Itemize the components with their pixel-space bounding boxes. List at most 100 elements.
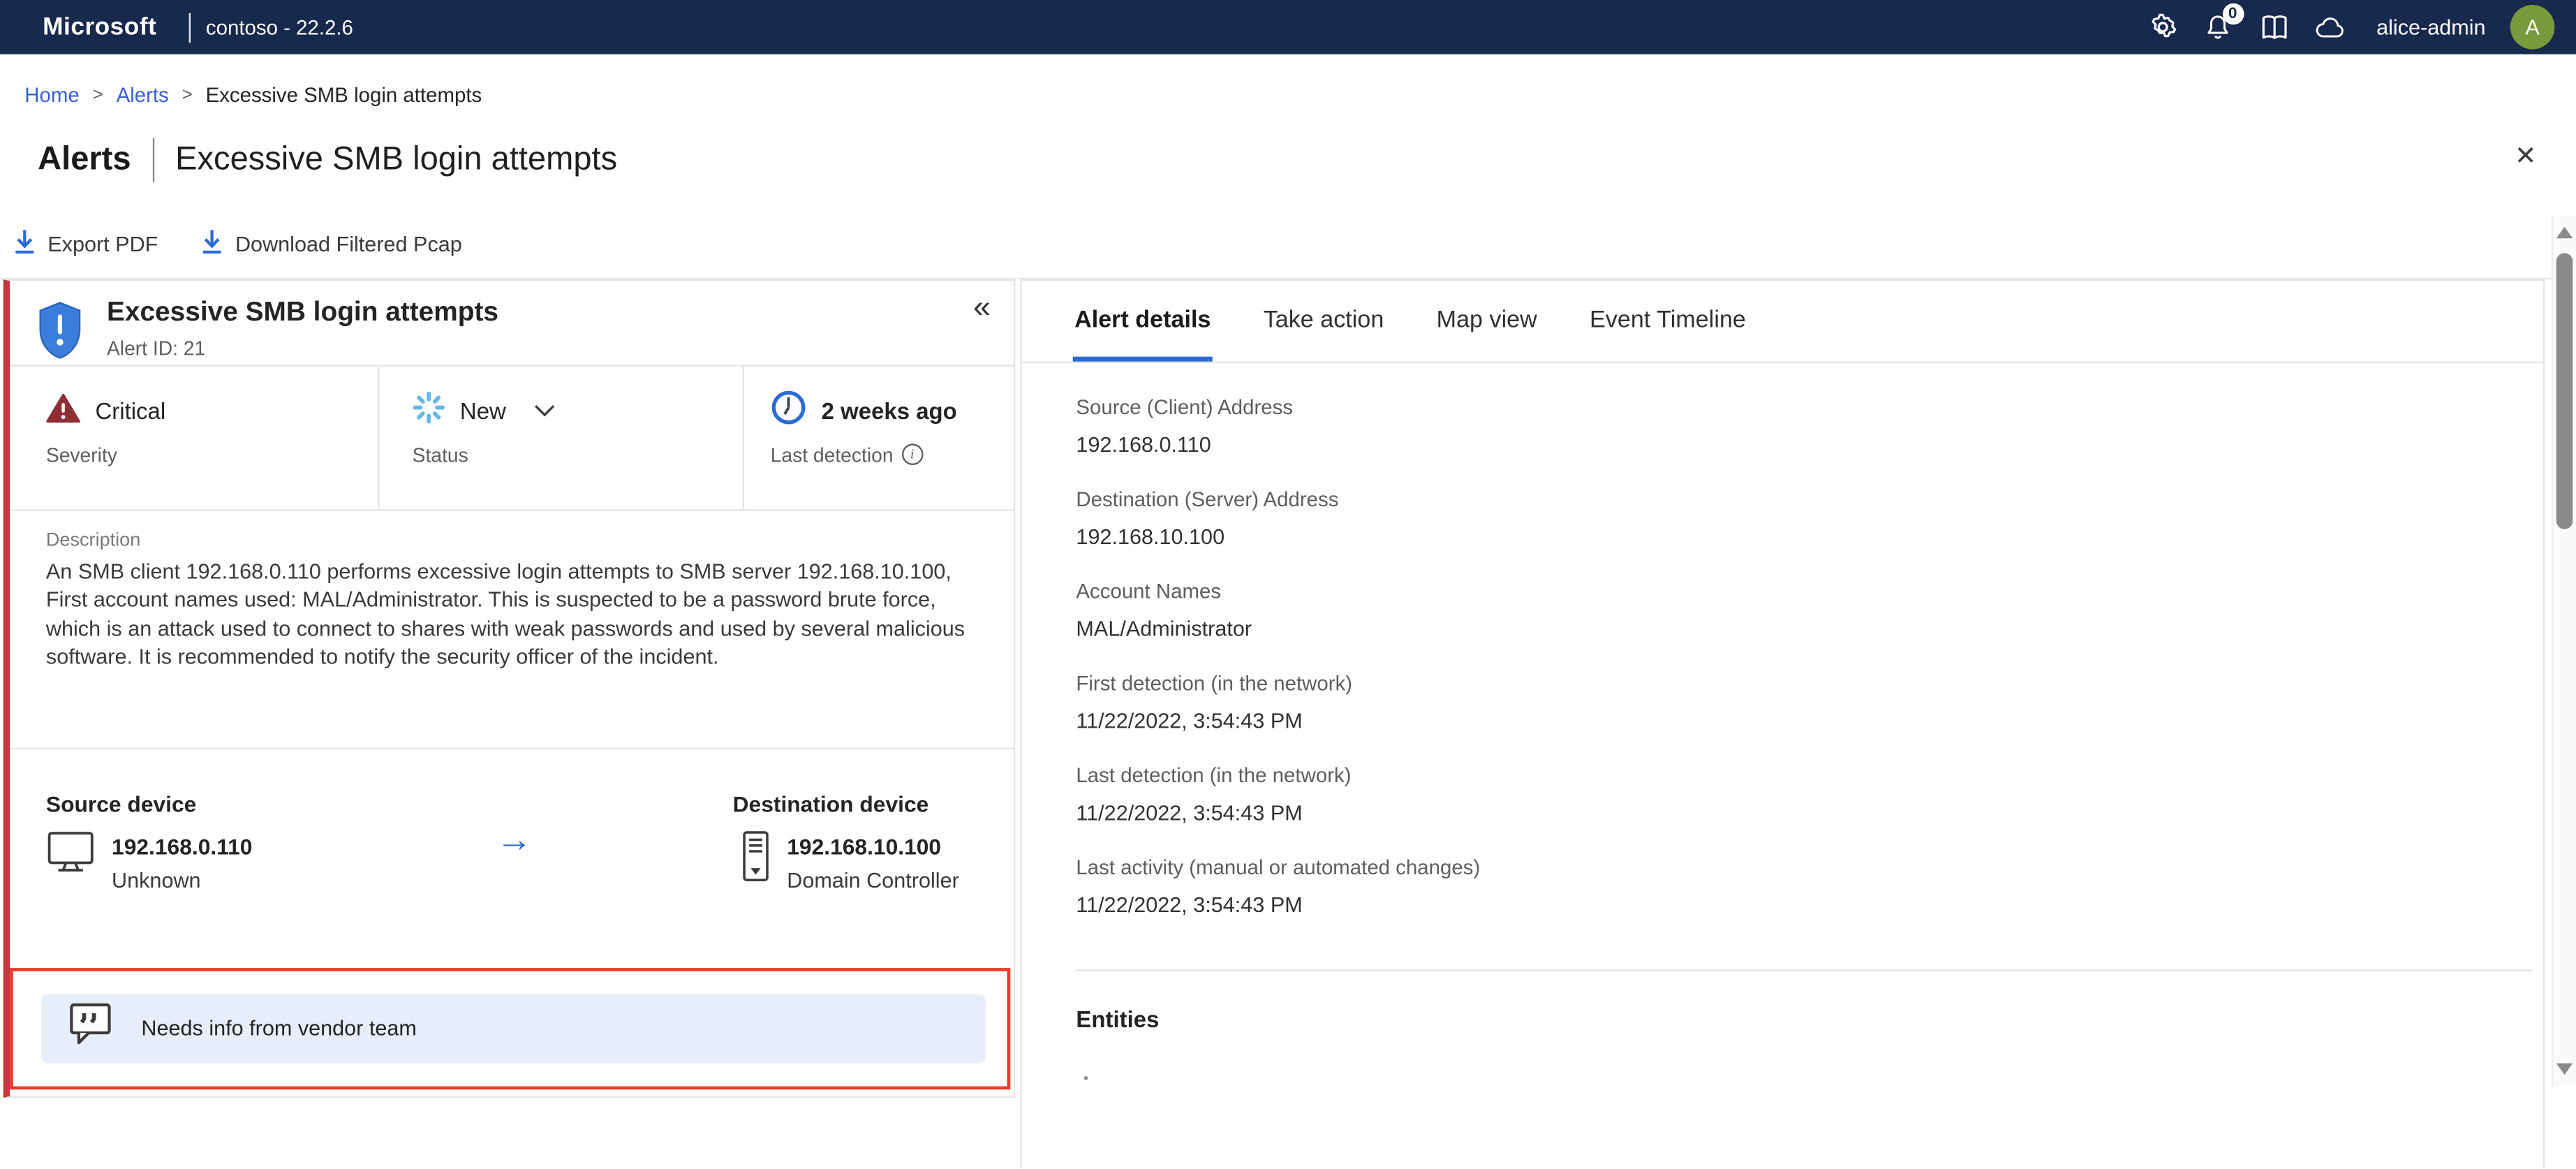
breadcrumb-separator: > [92,85,103,105]
description-text: An SMB client 192.168.0.110 performs exc… [45,557,965,669]
last-detection-label: Last detection [770,443,894,466]
documentation-book-icon[interactable] [2258,11,2290,43]
field-first-detection: First detection (in the network) 11/22/2… [1076,671,2543,733]
entities-divider [1076,969,2532,971]
scroll-up-arrow-icon[interactable] [2556,226,2573,239]
entities-title: Entities [1076,1005,1160,1031]
alert-shield-icon [36,300,84,367]
breadcrumb-separator: > [182,85,193,105]
status-dropdown-chevron-icon[interactable] [534,404,556,417]
destination-device-type: Domain Controller [787,867,959,892]
annotation-highlight-box: Needs info from vendor team [10,966,1011,1089]
page-title-row: Alerts Excessive SMB login attempts [38,138,617,183]
breadcrumb-alerts-link[interactable]: Alerts [117,84,169,107]
alert-title: Excessive SMB login attempts [106,296,499,327]
field-account-names: Account Names MAL/Administrator [1076,580,2543,642]
alert-id: Alert ID: 21 [106,336,206,360]
new-status-icon [413,391,445,429]
environment-version-label: contoso - 22.2.6 [205,15,353,39]
app-window: Microsoft contoso - 22.2.6 0 alice-admin… [0,0,2576,1169]
destination-device-label: Destination device [732,791,929,816]
field-label: Account Names [1076,579,1222,603]
severity-value: Critical [95,397,166,423]
source-device-ip[interactable]: 192.168.0.110 [112,834,252,860]
tab-event-timeline[interactable]: Event Timeline [1590,280,1746,360]
field-label: Last detection (in the network) [1076,763,1352,787]
field-value: 192.168.0.110 [1076,431,1211,457]
clock-icon [771,390,807,431]
topbar-divider [189,12,191,43]
field-last-detection: Last detection (in the network) 11/22/20… [1076,763,2543,825]
field-last-activity: Last activity (manual or automated chang… [1076,855,2543,918]
field-label: Last activity (manual or automated chang… [1076,855,1481,878]
alert-summary-header: Excessive SMB login attempts Alert ID: 2… [10,280,1014,367]
comment-bubble-icon [69,1003,114,1054]
tab-map-view[interactable]: Map view [1437,280,1537,360]
field-label: Source (Client) Address [1076,395,1294,418]
tab-take-action[interactable]: Take action [1264,280,1384,360]
alert-toolbar: Export PDF Download Filtered Pcap [13,228,462,260]
workstation-monitor-icon [46,829,96,883]
field-label: First detection (in the network) [1076,671,1353,695]
alert-detail-fields: Source (Client) Address 192.168.0.110 De… [1022,362,2543,918]
breadcrumb-home-link[interactable]: Home [24,84,79,107]
details-tabs: Alert details Take action Map view Event… [1021,280,2543,362]
field-label: Destination (Server) Address [1076,487,1339,510]
download-icon [201,228,224,260]
notification-count-badge: 0 [2221,3,2244,25]
description-label: Description [45,529,141,550]
collapse-panel-icon[interactable]: « [973,290,991,326]
field-value: 192.168.10.100 [1076,523,1225,548]
breadcrumb: Home > Alerts > Excessive SMB login atte… [24,84,482,107]
source-device-label: Source device [45,791,197,816]
breadcrumb-current: Excessive SMB login attempts [205,84,482,107]
source-device: Source device 192.168.0.110 Unknown [46,791,253,892]
status-value: New [459,397,506,423]
field-value: MAL/Administrator [1076,615,1252,640]
sensor-console: Microsoft contoso - 22.2.6 0 alice-admin… [0,0,2576,1169]
critical-severity-icon [46,392,80,428]
cloud-icon[interactable] [2314,11,2346,43]
info-icon[interactable]: i [901,443,923,465]
vendor-comment-text: Needs info from vendor team [141,1015,417,1041]
settings-gear-icon[interactable] [2147,11,2178,43]
page-title: Excessive SMB login attempts [175,141,618,178]
field-source-client-address: Source (Client) Address 192.168.0.110 [1076,395,2543,457]
source-device-type: Unknown [112,867,201,892]
entities-loading-dot [1084,1075,1088,1079]
description-section: Description An SMB client 192.168.0.110 … [10,510,1014,749]
traffic-direction-arrow-icon: → [496,817,533,859]
last-detection-cell: 2 weeks ago Last detection i [744,366,1014,509]
status-cell: New Status [380,365,745,509]
alert-attributes-row: Critical Severity New Status 2 weeks ago… [10,365,1014,510]
topbar-actions: 0 alice-admin A [2147,3,2576,50]
destination-device-ip[interactable]: 192.168.10.100 [787,834,959,860]
alert-summary-panel: Excessive SMB login attempts Alert ID: 2… [3,278,1016,1097]
tab-alert-details[interactable]: Alert details [1072,280,1213,361]
scroll-down-arrow-icon[interactable] [2556,1063,2573,1075]
status-label: Status [412,443,468,466]
devices-section: Source device 192.168.0.110 Unknown → De… [10,749,1014,967]
vendor-comment-bar[interactable]: Needs info from vendor team [40,993,986,1063]
vertical-scrollbar[interactable] [2551,215,2576,1087]
last-detection-value: 2 weeks ago [821,397,957,423]
server-tower-icon [741,829,770,890]
notifications-bell-icon[interactable]: 0 [2203,3,2244,43]
username-label[interactable]: alice-admin [2376,15,2485,39]
field-value: 11/22/2022, 3:54:43 PM [1076,707,1303,733]
export-pdf-label: Export PDF [47,231,158,257]
close-icon[interactable]: ✕ [2515,144,2537,171]
field-destination-server-address: Destination (Server) Address 192.168.10.… [1076,487,2543,550]
microsoft-logo: Microsoft [43,13,157,41]
severity-cell: Critical Severity [10,365,380,509]
export-pdf-button[interactable]: Export PDF [13,228,158,260]
field-value: 11/22/2022, 3:54:43 PM [1076,799,1303,825]
user-avatar[interactable]: A [2510,5,2555,50]
alert-details-panel: Alert details Take action Map view Event… [1020,278,2545,1169]
scrollbar-thumb[interactable] [2556,253,2573,529]
page-section-title: Alerts [38,141,131,178]
severity-label: Severity [45,443,117,466]
destination-device: Destination device 192.168.10.100 Domain… [733,791,959,892]
download-pcap-label: Download Filtered Pcap [235,231,462,257]
download-pcap-button[interactable]: Download Filtered Pcap [201,228,462,260]
